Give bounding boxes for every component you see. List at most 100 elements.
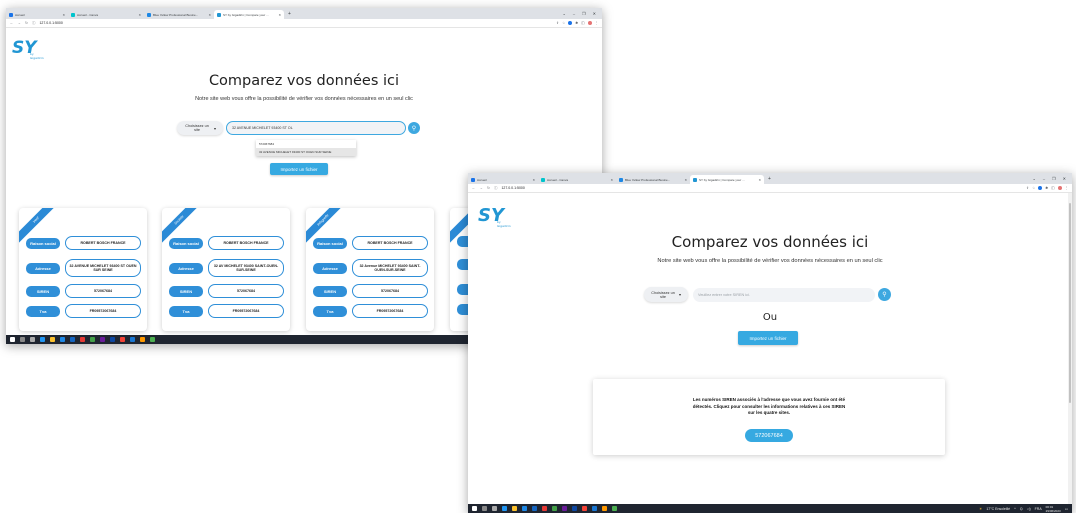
menu-icon[interactable]: ⋮ — [1065, 186, 1069, 190]
folder-icon[interactable] — [512, 506, 517, 511]
search-input[interactable]: 32 AVENUE MICHELET 93400 ST OL — [226, 121, 406, 135]
edge-icon[interactable] — [502, 506, 507, 511]
edge-icon[interactable] — [40, 337, 45, 342]
avatar[interactable] — [587, 21, 592, 25]
search-button[interactable]: ⚲ — [408, 122, 420, 134]
word-icon[interactable] — [70, 337, 75, 342]
site-select[interactable]: Choisissez un site ▾ — [644, 287, 688, 302]
tab-sy-active[interactable]: SY by Gigadirin | Compare your ... ✕ — [214, 10, 284, 19]
import-file-button[interactable]: Importez un fichier — [270, 163, 328, 175]
search-input[interactable]: Veuillez entrer votre SIREN ici. — [693, 288, 875, 302]
suggestion-item[interactable]: 572067684 — [256, 140, 356, 148]
close-window-icon[interactable]: ✕ — [1063, 176, 1066, 181]
share-icon[interactable]: ⇪ — [556, 21, 559, 25]
forward-icon[interactable]: → — [480, 186, 484, 190]
terminal-icon[interactable] — [612, 506, 617, 511]
tab-canva[interactable]: Accueil - Canva ✕ — [68, 10, 144, 19]
maximize-icon[interactable]: ❐ — [1052, 176, 1056, 181]
suggestion-item[interactable]: 32 AVENUE MICHELET 93400 ST OUEN SUR SEI… — [256, 148, 356, 156]
tab-sy-active[interactable]: SY by Gigadirin | Compare your ... ✕ — [690, 175, 764, 184]
chevron-up-icon[interactable]: ^ — [1014, 507, 1016, 511]
close-icon[interactable]: ✕ — [208, 13, 211, 17]
site-select[interactable]: Choisissez un site ▾ — [177, 121, 223, 135]
new-tab-icon[interactable]: + — [764, 175, 775, 184]
app-icon[interactable] — [140, 337, 145, 342]
star-icon[interactable]: ☆ — [562, 21, 565, 25]
close-icon[interactable]: ✕ — [684, 178, 687, 182]
close-icon[interactable]: ✕ — [758, 178, 761, 182]
close-icon[interactable]: ✕ — [62, 13, 65, 17]
sidebar-icon[interactable]: ◫ — [581, 21, 584, 25]
search-icon[interactable] — [20, 337, 25, 342]
volume-icon[interactable]: ◁) — [1027, 507, 1031, 511]
vscode-icon[interactable] — [592, 506, 597, 511]
windows-start-icon[interactable] — [10, 337, 15, 342]
chevron-down-icon[interactable]: ⌄ — [1032, 176, 1035, 181]
task-view-icon[interactable] — [492, 506, 497, 511]
zoom-icon[interactable] — [572, 506, 577, 511]
chrome-icon[interactable] — [120, 337, 125, 342]
minimize-icon[interactable]: – — [1043, 176, 1045, 181]
minimize-icon[interactable]: – — [573, 11, 575, 16]
maximize-icon[interactable]: ❐ — [582, 11, 586, 16]
search-button[interactable]: ⚲ — [878, 288, 891, 301]
windows-start-icon[interactable] — [472, 506, 477, 511]
notification-icon[interactable]: ▭ — [1065, 507, 1068, 511]
new-tab-icon[interactable]: + — [284, 10, 295, 19]
puzzle-icon[interactable]: ✱ — [1045, 186, 1048, 190]
language-indicator[interactable]: FRA — [1035, 507, 1042, 511]
back-icon[interactable]: ← — [10, 21, 14, 25]
close-icon[interactable]: ✕ — [532, 178, 535, 182]
extension-icon[interactable] — [1038, 186, 1043, 190]
tab-accueil[interactable]: Accueil ✕ — [6, 10, 68, 19]
sidebar-icon[interactable]: ◫ — [1051, 186, 1054, 190]
teams-icon[interactable] — [562, 506, 567, 511]
reload-icon[interactable]: ↻ — [487, 186, 490, 190]
store-icon[interactable] — [60, 337, 65, 342]
excel-icon[interactable] — [90, 337, 95, 342]
powerpoint-icon[interactable] — [80, 337, 85, 342]
chrome-icon[interactable] — [582, 506, 587, 511]
tab-favicon-icon — [619, 177, 623, 182]
avatar[interactable] — [1057, 186, 1062, 190]
search-icon[interactable] — [482, 506, 487, 511]
reload-icon[interactable]: ↻ — [25, 21, 28, 25]
scrollbar[interactable] — [1068, 193, 1072, 504]
close-icon[interactable]: ✕ — [610, 178, 613, 182]
extension-icon[interactable] — [568, 21, 573, 25]
tab-blue-yellow[interactable]: Blue Yellow Professional Busine... ✕ — [144, 10, 214, 19]
task-view-icon[interactable] — [30, 337, 35, 342]
vscode-icon[interactable] — [130, 337, 135, 342]
store-icon[interactable] — [522, 506, 527, 511]
logo[interactable]: SY by Gigadirin — [12, 38, 44, 60]
url-text[interactable]: 127.0.0.1:5000 — [39, 21, 62, 25]
puzzle-icon[interactable]: ✱ — [575, 21, 578, 25]
tab-blue-yellow[interactable]: Blue Yellow Professional Busine... ✕ — [616, 175, 690, 184]
clock[interactable]: 00:01 29/06/2023 — [1046, 505, 1061, 513]
tab-canva[interactable]: Accueil - Canva ✕ — [538, 175, 616, 184]
zoom-icon[interactable] — [110, 337, 115, 342]
powerpoint-icon[interactable] — [542, 506, 547, 511]
import-file-button[interactable]: Importez un fichier — [738, 331, 798, 345]
scrollbar-thumb[interactable] — [1069, 203, 1071, 403]
star-icon[interactable]: ☆ — [1032, 186, 1035, 190]
chevron-down-icon[interactable]: ⌄ — [562, 11, 565, 16]
back-icon[interactable]: ← — [472, 186, 476, 190]
excel-icon[interactable] — [552, 506, 557, 511]
folder-icon[interactable] — [50, 337, 55, 342]
close-icon[interactable]: ✕ — [278, 13, 281, 17]
close-window-icon[interactable]: ✕ — [593, 11, 596, 16]
word-icon[interactable] — [532, 506, 537, 511]
weather-text[interactable]: 17°C Ensoleillé — [986, 507, 1010, 511]
logo[interactable]: SY by Gigadirin — [478, 205, 511, 228]
url-text[interactable]: 127.0.0.1:5000 — [501, 186, 524, 190]
close-icon[interactable]: ✕ — [138, 13, 141, 17]
menu-icon[interactable]: ⋮ — [595, 21, 599, 25]
teams-icon[interactable] — [100, 337, 105, 342]
terminal-icon[interactable] — [150, 337, 155, 342]
forward-icon[interactable]: → — [18, 21, 22, 25]
share-icon[interactable]: ⇪ — [1026, 186, 1029, 190]
siren-result-button[interactable]: 572067684 — [745, 429, 793, 442]
app-icon[interactable] — [602, 506, 607, 511]
tab-accueil[interactable]: Accueil ✕ — [468, 175, 538, 184]
